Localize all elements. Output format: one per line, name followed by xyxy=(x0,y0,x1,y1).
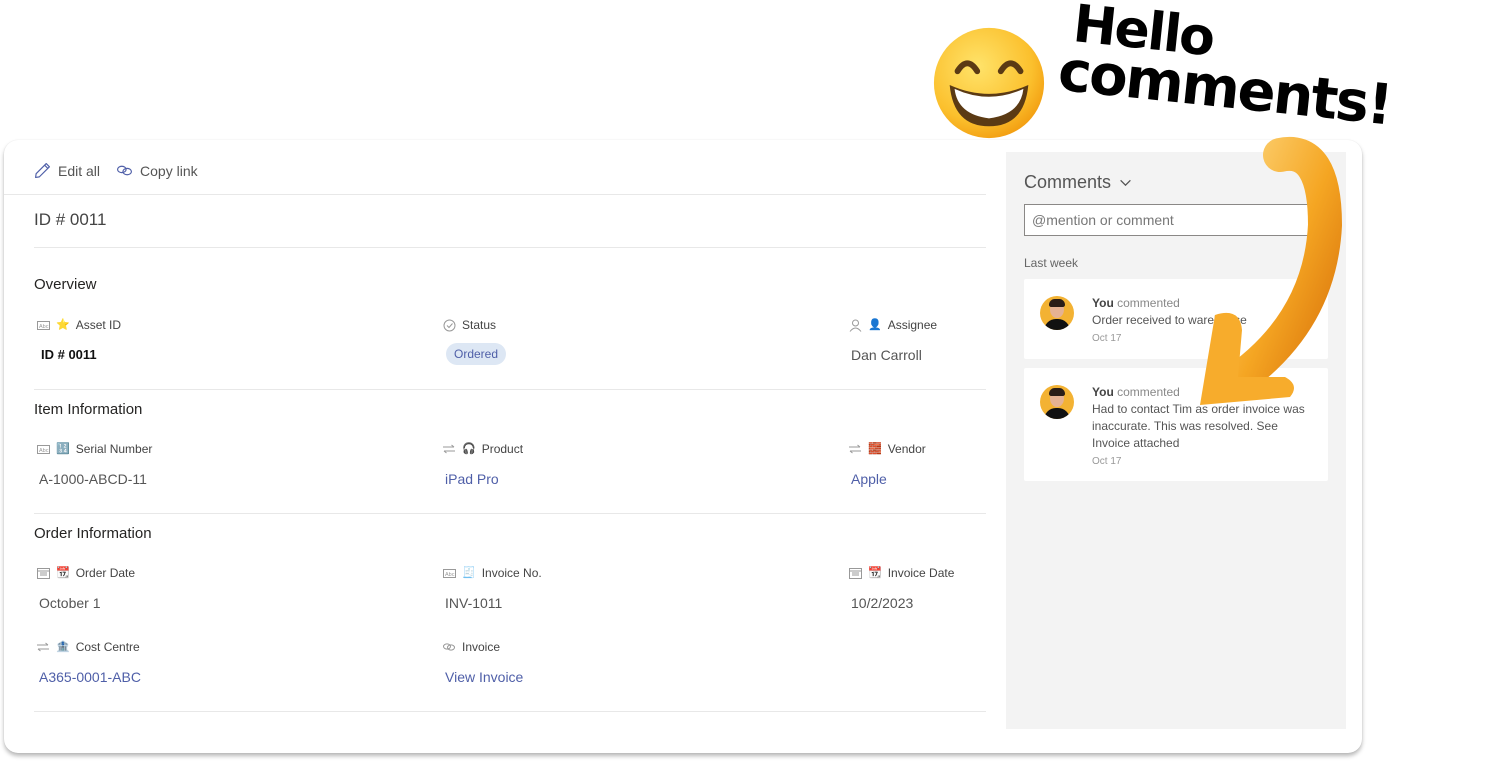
title-divider xyxy=(34,247,986,248)
comment-author: You xyxy=(1092,385,1114,399)
comment-text: Had to contact Tim as order invoice was … xyxy=(1092,402,1305,450)
toolbar: Edit all Copy link xyxy=(34,162,198,179)
comment-input[interactable] xyxy=(1024,204,1328,236)
edit-all-label: Edit all xyxy=(58,162,101,179)
calendar-emoji-icon: 📆 xyxy=(868,566,882,579)
comments-title: Comments xyxy=(1024,172,1112,192)
comments-panel: Comments Last week You commented Order r… xyxy=(1006,152,1346,729)
field-order-date[interactable]: 📆 Order Date October 1 xyxy=(36,565,336,611)
headphones-icon: 🎧 xyxy=(462,442,476,455)
calendar-icon xyxy=(36,566,50,580)
section-divider xyxy=(34,513,986,514)
comment-item[interactable]: You commented Had to contact Tim as orde… xyxy=(1024,368,1328,481)
cost-centre-link[interactable]: A365-0001-ABC xyxy=(36,669,336,685)
section-title-order-information: Order Information xyxy=(34,525,152,542)
copy-link-label: Copy link xyxy=(140,162,198,179)
chevron-down-icon xyxy=(1120,179,1131,187)
comment-date: Oct 17 xyxy=(1092,456,1122,467)
field-invoice[interactable]: Invoice View Invoice xyxy=(442,639,742,685)
comment-date: Oct 17 xyxy=(1092,333,1122,344)
person-icon xyxy=(848,318,862,332)
comment-action: commented xyxy=(1117,385,1180,399)
comment-text: Order received to warehouse xyxy=(1092,313,1247,327)
status-badge: Ordered xyxy=(446,343,507,365)
bank-icon: 🏦 xyxy=(56,640,70,653)
label-text: Cost Centre xyxy=(75,640,140,654)
comment-item[interactable]: You commented Order received to warehous… xyxy=(1024,279,1328,359)
field-label: Status xyxy=(442,317,742,333)
avatar xyxy=(1040,296,1074,330)
field-label: 🎧 Product xyxy=(442,441,742,457)
link-icon xyxy=(442,640,456,654)
label-text: Status xyxy=(462,318,497,332)
comments-header-toggle[interactable]: Comments xyxy=(1024,172,1132,193)
bricks-icon: 🧱 xyxy=(868,442,882,455)
product-link[interactable]: iPad Pro xyxy=(442,471,742,487)
invoice-no-value: INV-1011 xyxy=(445,595,503,611)
receipt-icon: 🧾 xyxy=(462,566,476,579)
asset-id-value: ID # 0011 xyxy=(41,347,97,362)
view-invoice-link[interactable]: View Invoice xyxy=(442,669,742,685)
edit-all-button[interactable]: Edit all xyxy=(34,162,100,179)
choice-check-icon xyxy=(442,318,456,332)
label-text: Assignee xyxy=(887,318,938,332)
numbers-icon: 🔢 xyxy=(56,442,70,455)
record-card: Edit all Copy link ID # 0011 Overview Ab… xyxy=(4,140,1362,753)
field-label: 🏦 Cost Centre xyxy=(36,639,336,655)
label-text: Vendor xyxy=(887,442,926,456)
lookup-icon xyxy=(442,442,456,456)
field-cost-centre[interactable]: 🏦 Cost Centre A365-0001-ABC xyxy=(36,639,336,685)
field-serial-number[interactable]: Abc 🔢 Serial Number A-1000-ABCD-11 xyxy=(36,441,336,487)
label-text: Product xyxy=(481,442,524,456)
svg-text:Abc: Abc xyxy=(445,572,455,578)
field-label: Abc ⭐ Asset ID xyxy=(36,317,336,333)
label-text: Invoice Date xyxy=(887,566,955,580)
field-label: Abc 🔢 Serial Number xyxy=(36,441,336,457)
section-title-overview: Overview xyxy=(34,276,97,293)
comment-action: commented xyxy=(1117,296,1180,310)
text-field-icon: Abc xyxy=(36,318,50,332)
record-title: ID # 0011 xyxy=(34,210,107,229)
field-status[interactable]: Status Ordered xyxy=(442,317,742,365)
serial-number-value: A-1000-ABCD-11 xyxy=(39,471,147,487)
label-text: Serial Number xyxy=(75,442,153,456)
bust-icon: 👤 xyxy=(868,318,882,331)
avatar xyxy=(1040,385,1074,419)
text-field-icon: Abc xyxy=(442,566,456,580)
comment-author: You xyxy=(1092,296,1114,310)
comments-group-label: Last week xyxy=(1024,256,1079,270)
field-label: 📆 Order Date xyxy=(36,565,336,581)
label-text: Invoice xyxy=(462,640,501,654)
section-divider xyxy=(34,389,986,390)
field-asset-id[interactable]: Abc ⭐ Asset ID ID # 0011 xyxy=(36,317,336,362)
svg-text:Abc: Abc xyxy=(39,448,49,454)
label-text: Asset ID xyxy=(75,318,122,332)
star-icon: ⭐ xyxy=(56,318,70,331)
section-title-item-information: Item Information xyxy=(34,401,143,418)
field-product[interactable]: 🎧 Product iPad Pro xyxy=(442,441,742,487)
lookup-icon xyxy=(36,640,50,654)
lookup-icon xyxy=(848,442,862,456)
calendar-emoji-icon: 📆 xyxy=(56,566,70,579)
section-divider xyxy=(34,711,986,712)
field-invoice-no[interactable]: Abc 🧾 Invoice No. INV-1011 xyxy=(442,565,742,611)
grinning-emoji-icon xyxy=(933,27,1045,139)
svg-text:Abc: Abc xyxy=(39,324,49,330)
toolbar-divider xyxy=(4,194,986,195)
label-text: Order Date xyxy=(75,566,136,580)
field-label: Invoice xyxy=(442,639,742,655)
field-label: Abc 🧾 Invoice No. xyxy=(442,565,742,581)
hello-comments-headline: Hello comments! xyxy=(1055,0,1398,138)
text-field-icon: Abc xyxy=(36,442,50,456)
pencil-icon xyxy=(35,163,50,178)
copy-link-button[interactable]: Copy link xyxy=(116,162,198,179)
label-text: Invoice No. xyxy=(481,566,542,580)
calendar-icon xyxy=(848,566,862,580)
order-date-value: October 1 xyxy=(39,595,101,611)
link-icon xyxy=(117,165,133,176)
